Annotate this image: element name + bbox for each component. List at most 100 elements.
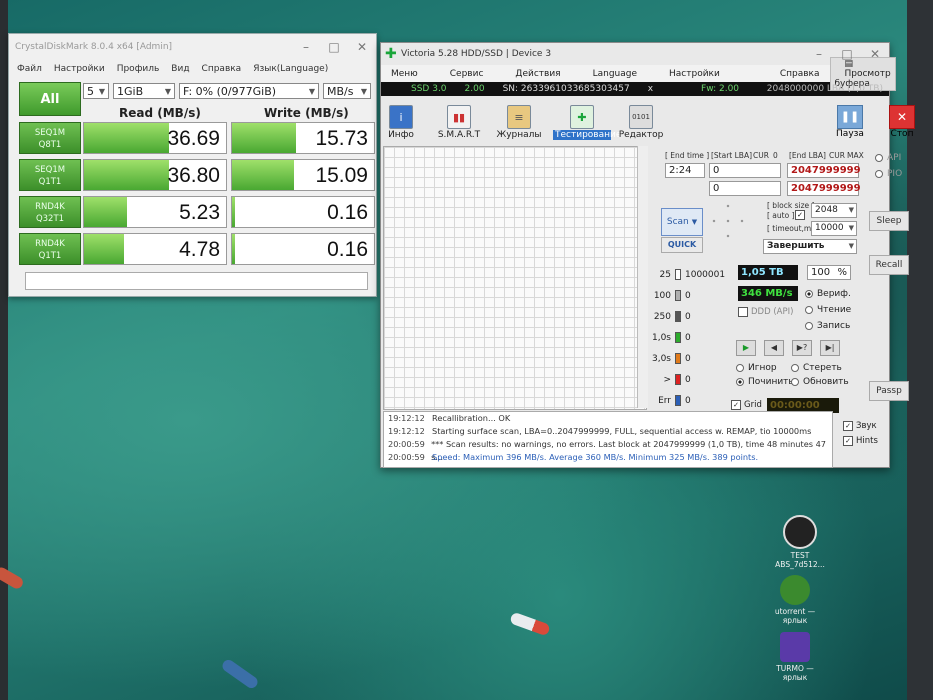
arrow-right-icon[interactable] [740, 219, 744, 223]
tab-info[interactable]: i Инфо [375, 103, 427, 143]
pause-icon: ❚❚ [837, 105, 863, 129]
comment-field[interactable] [25, 272, 368, 290]
menu-language[interactable]: Language [583, 69, 647, 79]
start-lba-field-2[interactable]: 0 [709, 181, 781, 196]
step-button[interactable]: ▶? [792, 340, 812, 356]
grid-scrollbar[interactable] [637, 146, 648, 408]
close-button[interactable]: ✕ [861, 47, 889, 61]
zero-label: 0 [773, 151, 778, 160]
menu-language[interactable]: Язык(Language) [253, 64, 328, 74]
auto-checkbox[interactable]: ✓ [795, 210, 805, 220]
grid-checkbox[interactable]: ✓ Grid [731, 400, 762, 410]
menu-help[interactable]: Справка [202, 64, 242, 74]
drive-select[interactable]: F: 0% (0/977GiB) ▼ [179, 83, 319, 99]
desktop-icon-turmo[interactable]: TURMO — ярлык [765, 632, 825, 682]
refresh-radio[interactable]: Обновить [791, 377, 849, 387]
stop-icon: ✕ [889, 105, 915, 129]
desktop-icon-test[interactable]: TEST ABS_7d512... [770, 515, 830, 569]
menu-settings[interactable]: Настройки [659, 69, 730, 79]
count-select[interactable]: 5 ▼ [83, 83, 109, 99]
unit-select[interactable]: MB/s ▼ [323, 83, 371, 99]
menu-view[interactable]: Вид [171, 64, 189, 74]
log-line: 19:12:12 Recallibration... OK [388, 413, 511, 423]
end-button[interactable]: ▶| [820, 340, 840, 356]
pause-button[interactable]: ❚❚ Пауза [833, 105, 867, 143]
block-color-swatch [675, 353, 681, 364]
quick-button[interactable]: QUICK [661, 237, 703, 253]
sleep-button[interactable]: Sleep [869, 211, 909, 231]
tab-testing[interactable]: ✚ Тестирование [553, 103, 621, 143]
menu-settings[interactable]: Настройки [54, 64, 105, 74]
tab-logs[interactable]: ≡ Журналы [493, 103, 545, 143]
recall-button[interactable]: Recall [869, 255, 909, 275]
ignore-radio[interactable]: Игнор [736, 363, 777, 373]
version-label: 2.00 [464, 84, 485, 94]
write-result: 0.16 [231, 196, 375, 228]
read-radio[interactable]: Чтение [805, 305, 851, 315]
test-button[interactable]: SEQ1M Q8T1 [19, 122, 81, 154]
end-time-field[interactable]: 2:24 [665, 163, 705, 178]
maximize-button[interactable]: □ [833, 47, 861, 61]
arrow-left-icon[interactable] [712, 219, 716, 223]
end-lba-field-2[interactable]: 2047999999 [787, 181, 861, 196]
minimize-button[interactable]: – [805, 47, 833, 61]
maximize-button[interactable]: □ [320, 40, 348, 54]
scan-button[interactable]: Scan ▼ [661, 208, 703, 236]
menu-service[interactable]: Сервис [440, 69, 494, 79]
desktop-icon-utorrent[interactable]: utorrent — ярлык [765, 575, 825, 625]
read-bar [84, 160, 170, 190]
menu-help[interactable]: Справка [770, 69, 830, 79]
x-label: x [647, 84, 654, 94]
write-bar [232, 160, 295, 190]
chevron-down-icon: ▼ [98, 86, 105, 96]
toolbar: i Инфо ▮▮ S.M.A.R.T ≡ Журналы ✚ Тестиров… [381, 103, 889, 143]
erase-radio[interactable]: Стереть [791, 363, 842, 373]
size-select[interactable]: 1GiB ▼ [113, 83, 175, 99]
finish-action-select[interactable]: Завершить ▼ [763, 239, 857, 254]
chevron-down-icon: ▼ [164, 86, 171, 96]
play-button[interactable]: ▶ [736, 340, 756, 356]
close-button[interactable]: ✕ [348, 40, 376, 54]
window-title: Victoria 5.28 HDD/SSD | Device 3 [401, 49, 552, 59]
arrow-down-icon[interactable] [726, 234, 730, 238]
write-header: Write (MB/s) [264, 106, 349, 120]
read-result: 4.78 [83, 233, 227, 265]
end-lba-field[interactable]: 2047999999 [787, 163, 861, 178]
pio-radio[interactable]: PIO [875, 169, 902, 179]
all-button[interactable]: All [19, 82, 81, 116]
menu-file[interactable]: Файл [17, 64, 42, 74]
back-button[interactable]: ◀ [764, 340, 784, 356]
minimize-button[interactable]: – [292, 40, 320, 54]
api-radio[interactable]: API [875, 153, 901, 163]
repair-radio[interactable]: Починить [736, 377, 794, 387]
write-radio[interactable]: Запись [805, 321, 850, 331]
write-bar [232, 234, 235, 264]
chevron-down-icon: ▼ [308, 86, 315, 96]
verify-radio[interactable]: Вериф. [805, 289, 851, 299]
passp-button[interactable]: Passp [869, 381, 909, 401]
menu-actions[interactable]: Действия [505, 69, 570, 79]
test-icon: ✚ [570, 105, 594, 129]
firmware-label: Fw: 2.00 [701, 84, 740, 94]
sound-checkbox[interactable]: ✓ Звук [843, 421, 877, 431]
chevron-down-icon: ▼ [848, 206, 854, 214]
timeout-select[interactable]: 10000 ▼ [811, 221, 857, 236]
tab-smart[interactable]: ▮▮ S.M.A.R.T [433, 103, 485, 143]
direction-pad[interactable] [711, 204, 757, 251]
block-size-select[interactable]: 2048 ▼ [811, 203, 857, 218]
tab-editor[interactable]: 0101 Редактор [615, 103, 667, 143]
menu-main[interactable]: Меню [381, 69, 428, 79]
test-button[interactable]: SEQ1M Q1T1 [19, 159, 81, 191]
arrow-up-icon[interactable] [726, 204, 730, 208]
ddd-api-checkbox[interactable]: DDD (API) [738, 307, 793, 317]
hints-checkbox[interactable]: ✓ Hints [843, 436, 878, 446]
block-counter: 100 0 [653, 290, 691, 301]
chevron-down-icon: ▼ [691, 218, 698, 226]
stop-button[interactable]: ✕ Стоп [885, 105, 919, 143]
device-status-bar: SSD 3.0 2.00 SN: 2633961033685303457 x F… [381, 82, 889, 96]
start-lba-field[interactable]: 0 [709, 163, 781, 178]
menu-profile[interactable]: Профиль [117, 64, 160, 74]
app-icon [783, 515, 817, 549]
test-button[interactable]: RND4K Q1T1 [19, 233, 81, 265]
test-button[interactable]: RND4K Q32T1 [19, 196, 81, 228]
